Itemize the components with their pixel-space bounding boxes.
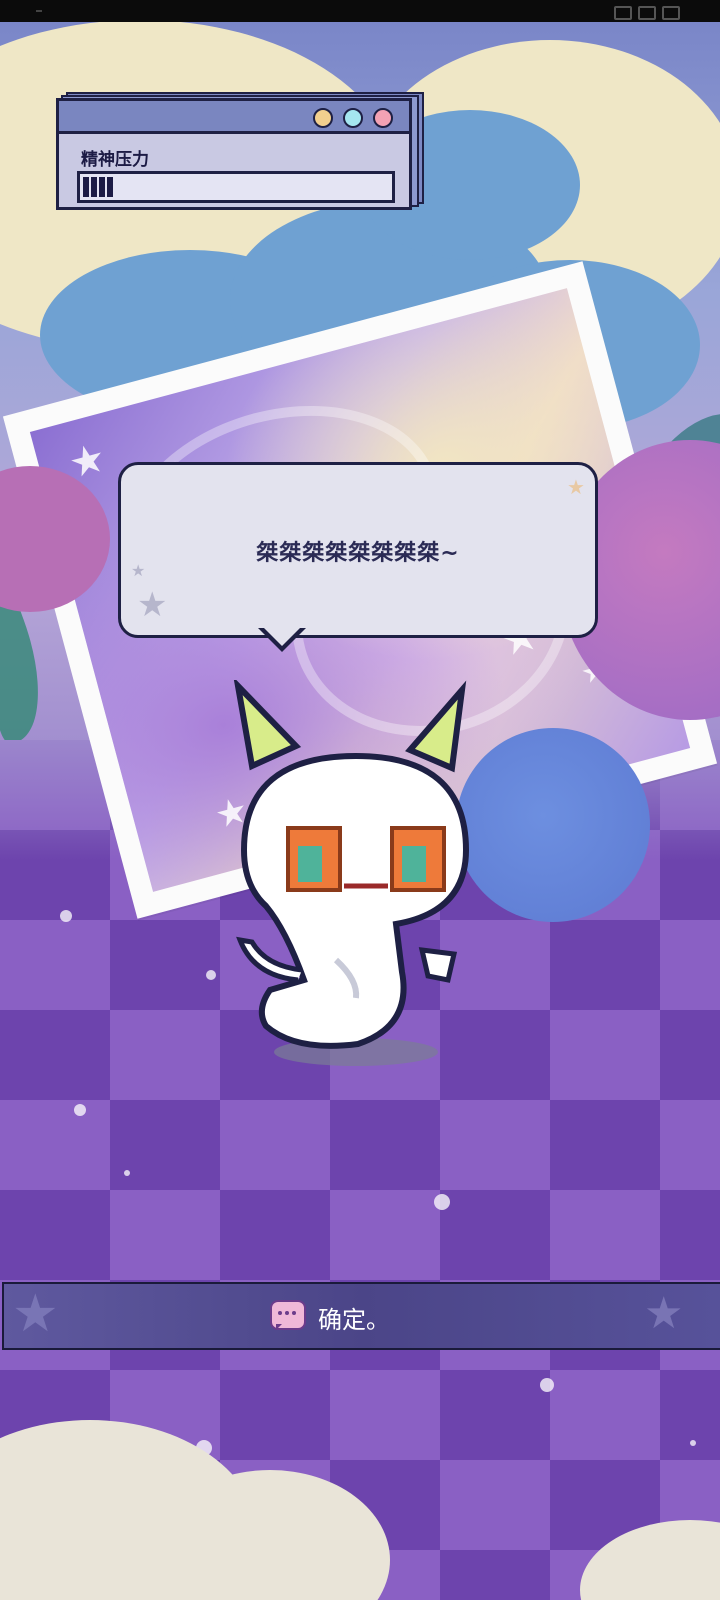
stress-bar-segment (99, 177, 105, 197)
sparkle (124, 1170, 130, 1176)
stress-bar-segment (83, 177, 89, 197)
right-eye-iris (402, 846, 426, 882)
ghost-body (240, 752, 470, 1049)
speech-bubble: ★ ★ ★ 桀桀桀桀桀桀桀桀~ (118, 462, 598, 638)
ghost-hand (418, 947, 458, 983)
sparkle (74, 1104, 86, 1116)
left-horn (233, 680, 302, 771)
star-icon: ★ (567, 475, 585, 499)
stress-bar-segment (107, 177, 113, 197)
speech-text: 桀桀桀桀桀桀桀桀~ (256, 541, 460, 566)
dialog-option-button[interactable]: ★ ★ 确定。 (2, 1282, 720, 1350)
window-dot-yellow (313, 108, 333, 128)
sparkle (540, 1378, 554, 1392)
sparkle (60, 910, 72, 922)
ghost-character (233, 680, 470, 1066)
status-bar (0, 0, 720, 22)
chat-bubble-icon-tail (276, 1324, 282, 1330)
window-dot-pink (373, 108, 393, 128)
speech-bubble-tail (262, 626, 302, 646)
status-indicator (36, 10, 42, 12)
star-icon: ★ (137, 585, 168, 625)
star-icon: ★ (644, 1288, 684, 1339)
sparkle (690, 1440, 696, 1446)
game-scene: ★ ★ ★ ★ ★ 精神压力 ★ (0, 0, 720, 1600)
status-icon (638, 6, 656, 20)
battery-icon (662, 6, 680, 20)
status-icons (614, 6, 680, 20)
stress-progress-fill (83, 177, 113, 197)
left-eye-iris (298, 846, 322, 882)
stress-progress-bar (77, 171, 395, 203)
stress-bar-segment (91, 177, 97, 197)
dialog-option-text: 确定。 (318, 1306, 390, 1334)
status-icon (614, 6, 632, 20)
sparkle (434, 1194, 450, 1210)
stress-window: 精神压力 (56, 92, 424, 212)
window-titlebar (59, 101, 409, 134)
window-dot-cyan (343, 108, 363, 128)
right-horn (405, 680, 467, 773)
star-icon: ★ (12, 1284, 59, 1344)
stress-window-panel: 精神压力 (56, 98, 412, 210)
stress-label: 精神压力 (81, 150, 149, 170)
sparkle (206, 970, 216, 980)
